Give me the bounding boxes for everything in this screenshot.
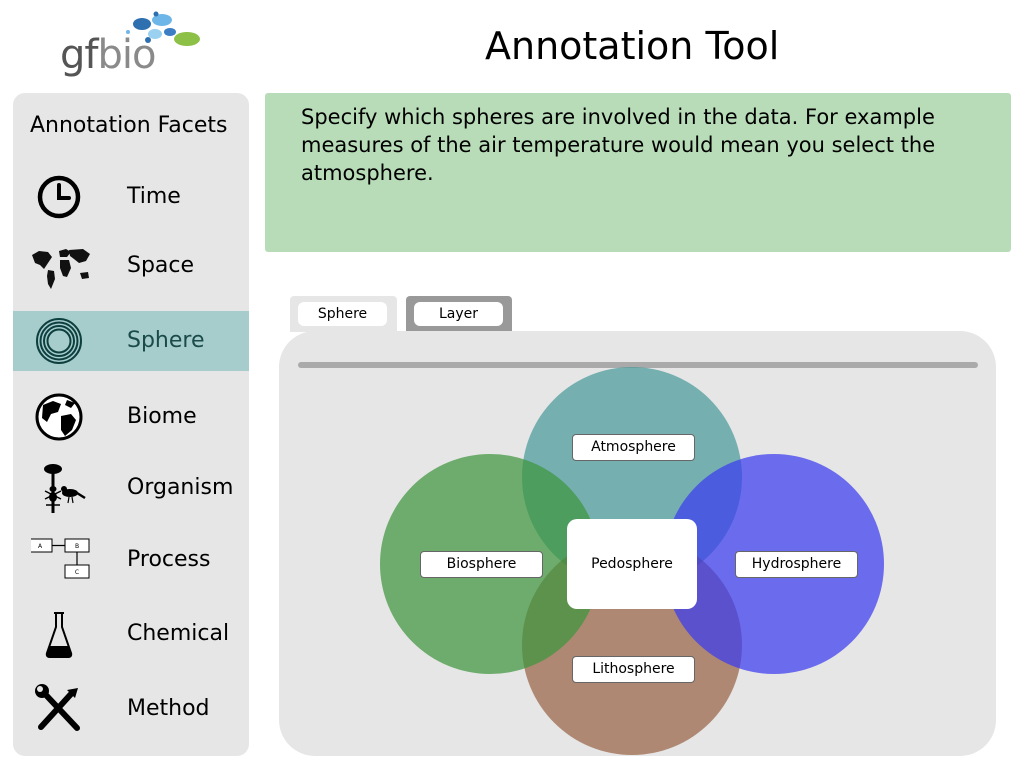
atmosphere-label[interactable]: Atmosphere [572,434,695,461]
biosphere-label[interactable]: Biosphere [420,551,543,578]
pedosphere-button[interactable]: Pedosphere [567,519,697,609]
hydrosphere-label[interactable]: Hydrosphere [735,551,858,578]
lithosphere-label[interactable]: Lithosphere [572,656,695,683]
sphere-venn-diagram [380,367,884,755]
